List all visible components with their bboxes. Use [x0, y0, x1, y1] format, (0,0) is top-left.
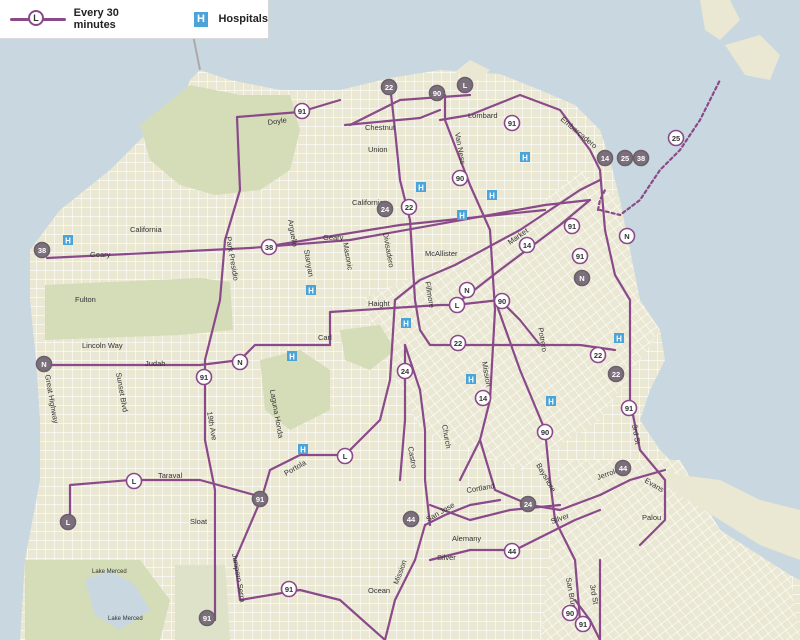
route-badge-90: 90 [456, 174, 464, 183]
route-badge-91: 91 [625, 404, 633, 413]
street-lincoln-way: Lincoln Way [82, 341, 123, 350]
street-ocean: Ocean [368, 586, 390, 595]
svg-text:H: H [468, 376, 474, 385]
street-lake-merced-bottom: Lake Merced [108, 616, 143, 622]
svg-text:H: H [522, 154, 528, 163]
route-badge-91: 91 [579, 620, 587, 629]
route-badge-90: 90 [498, 297, 506, 306]
street-geary-e: Geary [323, 233, 344, 242]
route-badge-44: 44 [619, 464, 628, 473]
route-badge-22: 22 [612, 370, 620, 379]
legend: L Every 30 minutes H Hospitals [0, 0, 269, 39]
route-badge-90: 90 [541, 428, 549, 437]
svg-text:H: H [616, 335, 622, 344]
route-badge-14: 14 [523, 241, 532, 250]
route-badge-24: 24 [401, 367, 410, 376]
route-badge-N: N [464, 286, 469, 295]
route-badge-L: L [66, 518, 71, 527]
hospital-icon: H [193, 11, 209, 27]
svg-text:H: H [308, 287, 314, 296]
route-badge-N: N [41, 360, 46, 369]
street-geary-w: Geary [90, 250, 111, 259]
street-alemany: Alemany [452, 534, 481, 543]
route-badge-38: 38 [637, 154, 645, 163]
route-badge-N: N [579, 274, 584, 283]
street-fulton: Fulton [75, 295, 96, 304]
transit-map: Doyle Chestnut Lombard Union Embarcadero… [0, 0, 800, 640]
street-haight: Haight [368, 299, 391, 308]
street-lake-merced-top: Lake Merced [92, 569, 127, 575]
street-chestnut: Chestnut [365, 123, 396, 132]
svg-text:H: H [65, 237, 71, 246]
route-badge-icon: L [28, 10, 44, 26]
route-badge-L: L [343, 452, 348, 461]
route-badge-L: L [132, 477, 137, 486]
hospital-label: Hospitals [218, 13, 268, 25]
route-badge-L: L [463, 81, 468, 90]
street-sloat: Sloat [190, 517, 208, 526]
route-badge-91: 91 [200, 373, 208, 382]
route-badge-N: N [624, 232, 629, 241]
route-badge-22: 22 [454, 339, 462, 348]
svg-text:H: H [289, 353, 295, 362]
route-badge-25: 25 [621, 154, 629, 163]
route-badge-91: 91 [203, 614, 211, 623]
route-badge-91: 91 [298, 107, 306, 116]
route-line-swatch: L [8, 9, 68, 29]
svg-text:H: H [548, 398, 554, 407]
svg-text:H: H [300, 446, 306, 455]
route-badge-25: 25 [672, 134, 680, 143]
route-frequency-label: Every 30 minutes [73, 7, 119, 31]
street-lombard: Lombard [468, 111, 498, 120]
street-silver-w: Silver [437, 553, 456, 562]
route-badge-38: 38 [38, 246, 46, 255]
route-badge-91: 91 [285, 585, 293, 594]
route-badge-44: 44 [407, 515, 416, 524]
street-taraval: Taraval [158, 471, 183, 480]
street-judah: Judah [145, 359, 165, 368]
street-palou: Palou [642, 513, 661, 522]
route-badge-90: 90 [566, 609, 574, 618]
route-badge-22: 22 [594, 351, 602, 360]
svg-text:H: H [418, 184, 424, 193]
route-badge-44: 44 [508, 547, 517, 556]
route-badge-91: 91 [568, 222, 576, 231]
route-badge-N: N [237, 358, 242, 367]
svg-text:H: H [403, 320, 409, 329]
route-badge-L: L [455, 301, 460, 310]
route-badge-22: 22 [385, 83, 393, 92]
svg-text:H: H [489, 192, 495, 201]
route-badge-91: 91 [508, 119, 516, 128]
street-california-w: California [130, 225, 163, 234]
route-badge-38: 38 [265, 243, 273, 252]
street-mcallister: McAllister [425, 249, 458, 258]
route-badge-24: 24 [381, 205, 390, 214]
svg-text:H: H [459, 212, 465, 221]
route-badge-14: 14 [479, 394, 488, 403]
route-badge-90: 90 [433, 89, 441, 98]
route-badge-22: 22 [405, 203, 413, 212]
street-union: Union [368, 145, 388, 154]
route-badge-91: 91 [256, 495, 264, 504]
route-badge-91: 91 [576, 252, 584, 261]
route-badge-14: 14 [601, 154, 610, 163]
street-carl: Carl [318, 333, 332, 342]
route-badge-24: 24 [524, 500, 533, 509]
